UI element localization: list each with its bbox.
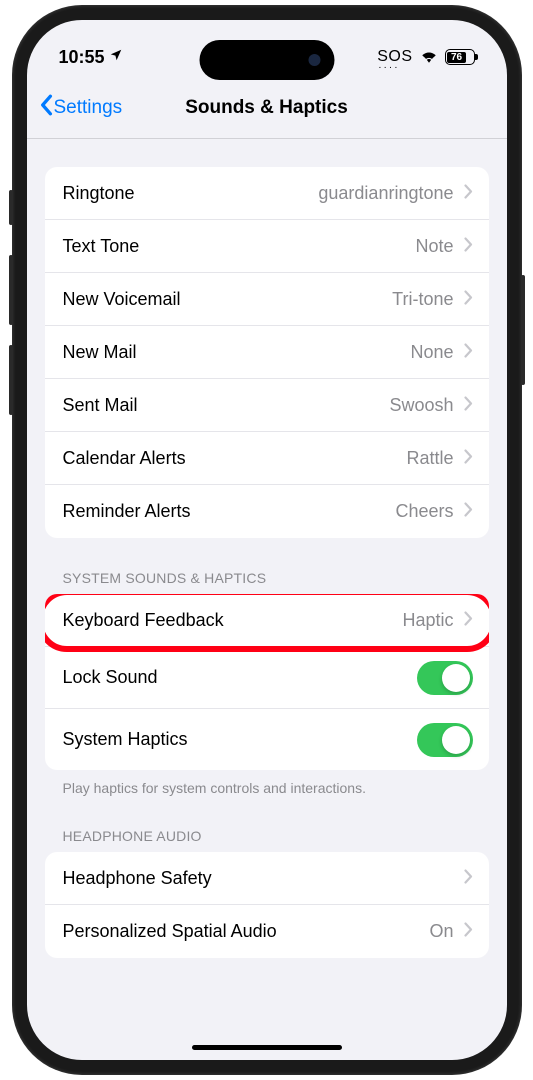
headphone-audio-section: Headphone Safety Personalized Spatial Au… [45,852,489,958]
chevron-right-icon [464,610,473,631]
row-label: New Mail [63,342,411,363]
back-button[interactable]: Settings [39,94,123,122]
row-value: Cheers [395,501,453,522]
chevron-back-icon [39,94,53,122]
chevron-right-icon [464,289,473,310]
lock-sound-toggle[interactable] [417,661,473,695]
row-keyboard-feedback[interactable]: Keyboard Feedback Haptic [45,594,489,647]
row-label: System Haptics [63,729,417,750]
system-sounds-section: Keyboard Feedback Haptic Lock Sound Syst… [45,594,489,770]
chevron-right-icon [464,395,473,416]
headphone-audio-header: HEADPHONE AUDIO [63,828,489,844]
row-label: Sent Mail [63,395,390,416]
row-label: Keyboard Feedback [63,610,403,631]
chevron-right-icon [464,236,473,257]
wifi-icon [420,47,438,68]
home-indicator[interactable] [192,1045,342,1050]
content-scroll[interactable]: Ringtone guardianringtone Text Tone Note… [27,139,507,1019]
power-button [521,275,525,385]
row-ringtone[interactable]: Ringtone guardianringtone [45,167,489,220]
sos-indicator: SOS [377,48,412,66]
row-value: Rattle [406,448,453,469]
chevron-right-icon [464,183,473,204]
row-label: Reminder Alerts [63,501,396,522]
row-label: Lock Sound [63,667,417,688]
volume-up [9,255,13,325]
chevron-right-icon [464,448,473,469]
nav-bar: Settings Sounds & Haptics [27,80,507,139]
row-value: Note [415,236,453,257]
system-haptics-toggle[interactable] [417,723,473,757]
row-lock-sound: Lock Sound [45,647,489,709]
system-footer-text: Play haptics for system controls and int… [63,780,489,796]
phone-frame: 10:55 SOS 76 Settings [12,5,522,1075]
row-text-tone[interactable]: Text Tone Note [45,220,489,273]
row-label: New Voicemail [63,289,393,310]
row-new-voicemail[interactable]: New Voicemail Tri-tone [45,273,489,326]
row-value: guardianringtone [318,183,453,204]
dynamic-island [199,40,334,80]
row-label: Ringtone [63,183,319,204]
row-sent-mail[interactable]: Sent Mail Swoosh [45,379,489,432]
row-spatial-audio[interactable]: Personalized Spatial Audio On [45,905,489,958]
location-icon [109,48,123,66]
row-label: Text Tone [63,236,416,257]
row-value: On [429,921,453,942]
system-sounds-header: SYSTEM SOUNDS & HAPTICS [63,570,489,586]
row-value: None [410,342,453,363]
row-label: Personalized Spatial Audio [63,921,430,942]
chevron-right-icon [464,868,473,889]
page-title: Sounds & Haptics [185,97,348,119]
row-value: Haptic [402,610,453,631]
battery-level: 76 [451,52,462,63]
mute-switch [9,190,13,225]
row-system-haptics: System Haptics [45,709,489,770]
volume-down [9,345,13,415]
row-value: Swoosh [389,395,453,416]
chevron-right-icon [464,501,473,522]
back-label: Settings [54,97,123,119]
battery-icon: 76 [445,49,475,65]
row-calendar-alerts[interactable]: Calendar Alerts Rattle [45,432,489,485]
chevron-right-icon [464,921,473,942]
status-time: 10:55 [59,47,105,68]
row-label: Calendar Alerts [63,448,407,469]
row-value: Tri-tone [392,289,453,310]
chevron-right-icon [464,342,473,363]
screen: 10:55 SOS 76 Settings [27,20,507,1060]
sounds-section: Ringtone guardianringtone Text Tone Note… [45,167,489,538]
row-headphone-safety[interactable]: Headphone Safety [45,852,489,905]
row-reminder-alerts[interactable]: Reminder Alerts Cheers [45,485,489,538]
row-new-mail[interactable]: New Mail None [45,326,489,379]
row-label: Headphone Safety [63,868,454,889]
